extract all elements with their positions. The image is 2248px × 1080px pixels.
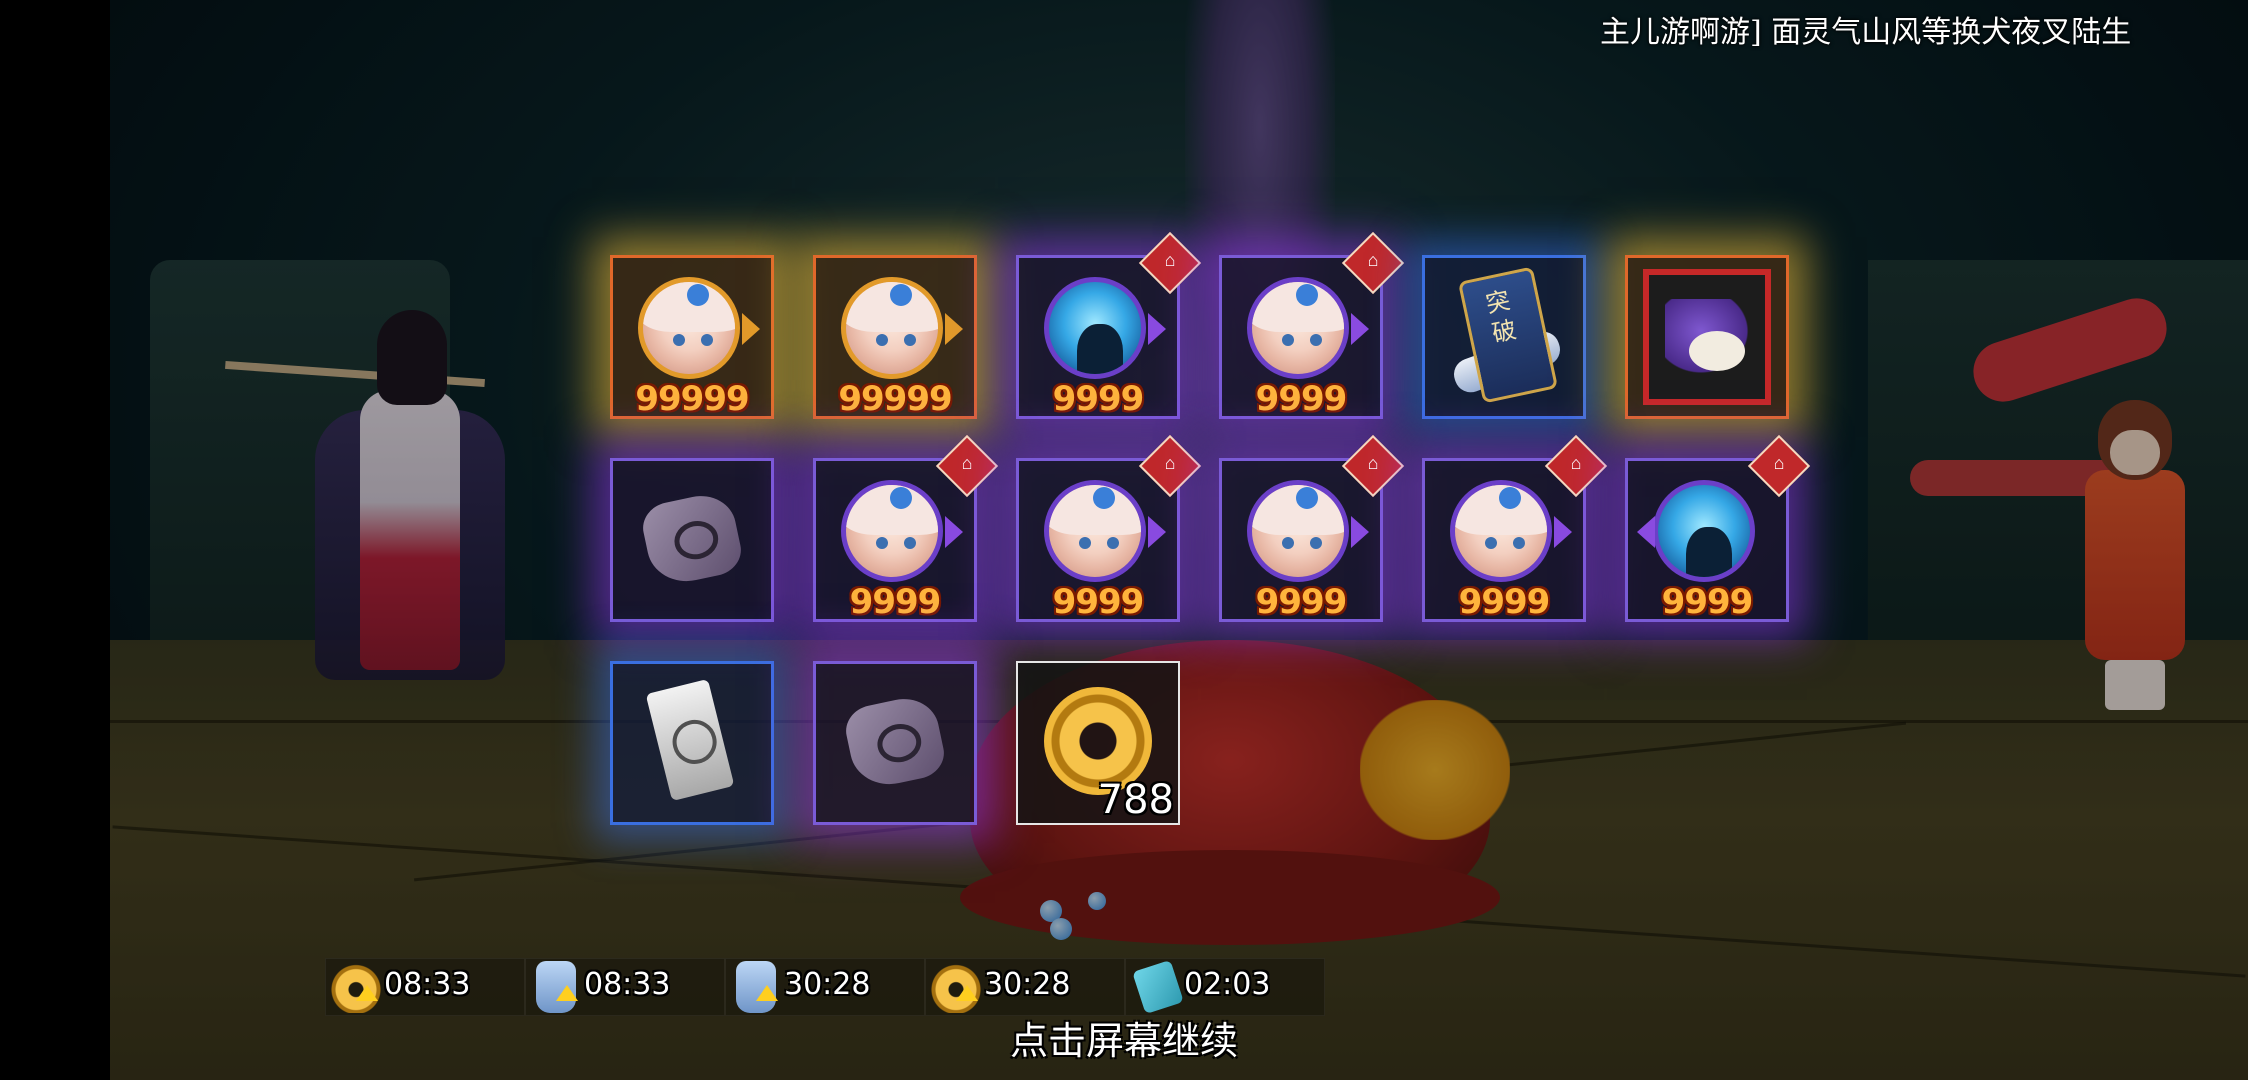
reward-slot[interactable]: 99999 xyxy=(610,255,774,419)
reward-slot[interactable] xyxy=(610,458,774,622)
reward-quantity: 9999 xyxy=(1255,582,1348,622)
reward-quantity: 9999 xyxy=(1458,582,1551,622)
rabbit-girl-portrait-icon xyxy=(1450,480,1552,582)
reward-quantity: 99999 xyxy=(838,379,952,419)
reward-grid: 99999 99999 ⌂ 9999 ⌂ 9999 突破 ⌂ 9999 ⌂ 99… xyxy=(610,231,1811,835)
dragon-card-icon xyxy=(1643,269,1771,405)
reward-slot[interactable]: ⌂ 9999 xyxy=(1625,434,1811,622)
rabbit-girl-portrait-icon xyxy=(1247,277,1349,379)
buff-timer[interactable]: 08:33 xyxy=(525,958,725,1016)
reward-quantity: 9999 xyxy=(849,582,942,622)
rabbit-girl-portrait-icon xyxy=(638,277,740,379)
rabbit-girl-portrait-icon xyxy=(841,480,943,582)
reward-slot[interactable]: ⌂ 9999 xyxy=(1219,231,1405,419)
blue-spirit-portrait-icon xyxy=(1044,277,1146,379)
blue-spirit-portrait-icon xyxy=(1653,480,1755,582)
arrow-up-icon xyxy=(556,985,578,1001)
reward-slot[interactable]: ⌂ 9999 xyxy=(1219,434,1405,622)
reward-slot[interactable]: ⌂ 9999 xyxy=(1016,231,1202,419)
reward-quantity: 99999 xyxy=(635,379,749,419)
rabbit-girl-portrait-icon xyxy=(1044,480,1146,582)
reward-slot[interactable] xyxy=(813,661,977,825)
reward-slot[interactable] xyxy=(1625,255,1789,419)
buff-timer[interactable]: 08:33 xyxy=(325,958,525,1016)
reward-slot[interactable]: 788 xyxy=(1016,661,1180,825)
reward-slot[interactable]: ⌂ 9999 xyxy=(1422,434,1608,622)
announcement-marquee: 主儿游啊游] 面灵气山风等换犬夜叉陆生 xyxy=(1600,15,2132,50)
reward-quantity: 9999 xyxy=(1052,582,1145,622)
rabbit-girl-portrait-icon xyxy=(841,277,943,379)
timer-text: 08:33 xyxy=(384,967,471,1002)
reward-slot[interactable] xyxy=(610,661,774,825)
reward-slot[interactable]: ⌂ 9999 xyxy=(1016,434,1202,622)
timer-text: 02:03 xyxy=(1184,967,1271,1002)
left-black-bar xyxy=(0,0,110,1080)
reward-quantity: 788 xyxy=(1097,777,1174,823)
tap-to-continue-prompt[interactable]: 点击屏幕继续 xyxy=(0,1010,2248,1065)
timer-text: 30:28 xyxy=(784,967,871,1002)
reward-slot[interactable]: 突破 xyxy=(1422,255,1586,419)
reward-quantity: 9999 xyxy=(1052,379,1145,419)
buff-timer[interactable]: 02:03 xyxy=(1125,958,1325,1016)
reward-quantity: 9999 xyxy=(1661,582,1754,622)
arrow-up-icon xyxy=(356,985,378,1001)
ticket-icon xyxy=(1132,959,1184,1015)
buff-timer[interactable]: 30:28 xyxy=(925,958,1125,1016)
arrow-up-icon xyxy=(756,985,778,1001)
reward-slot[interactable]: 99999 xyxy=(813,255,977,419)
breakthrough-label: 突破 xyxy=(1483,286,1519,348)
arrow-up-icon xyxy=(956,985,978,1001)
buff-timer[interactable]: 30:28 xyxy=(725,958,925,1016)
timer-text: 30:28 xyxy=(984,967,1071,1002)
timer-text: 08:33 xyxy=(584,967,671,1002)
reward-slot[interactable]: ⌂ 9999 xyxy=(813,434,999,622)
rabbit-girl-portrait-icon xyxy=(1247,480,1349,582)
reward-quantity: 9999 xyxy=(1255,379,1348,419)
